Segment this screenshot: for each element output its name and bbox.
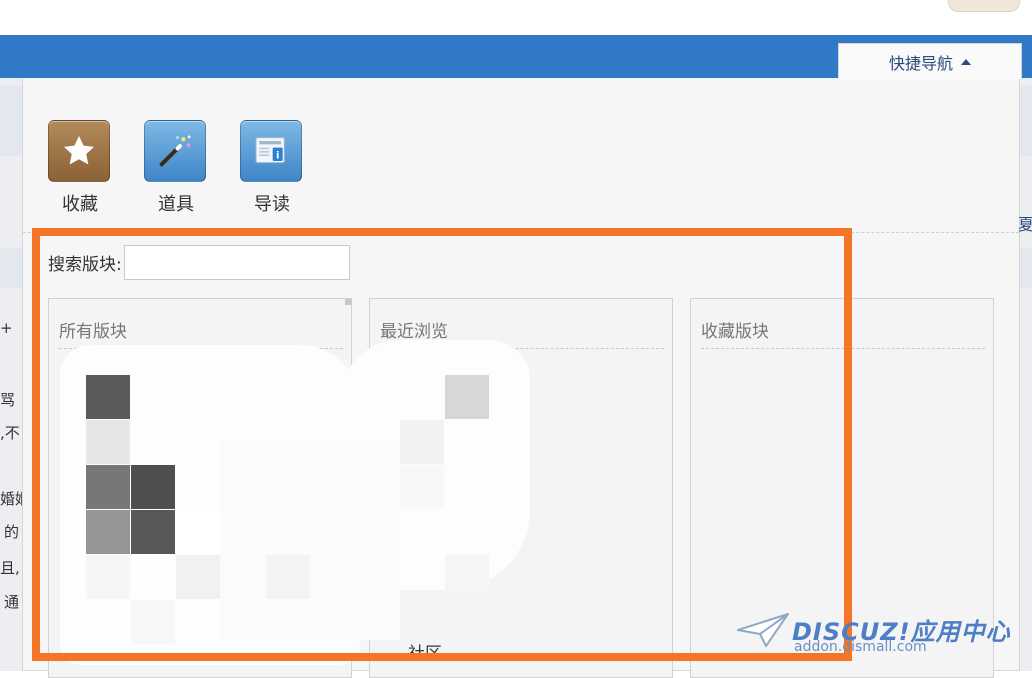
paper-plane-icon (737, 613, 789, 647)
background-text: 通 (4, 593, 20, 611)
shortcut-label: 道具 (158, 194, 194, 215)
background-text: ,不 (0, 424, 20, 442)
highlight-box (32, 228, 852, 661)
background-text: 且, (0, 559, 20, 577)
magic-wand-icon (144, 120, 206, 182)
shortcut-favorites[interactable]: 收藏 (48, 120, 112, 216)
user-avatar[interactable] (948, 0, 1020, 12)
watermark-logo: DISCUZ!应用中心 addon.dismall.com (736, 606, 1026, 666)
background-text: + (0, 319, 13, 337)
quick-nav-toggle[interactable]: 快捷导航 (838, 43, 1022, 79)
shortcut-tools[interactable]: 道具 (144, 120, 208, 216)
top-bar (0, 0, 1032, 36)
svg-text:i: i (276, 151, 279, 162)
star-icon (48, 120, 110, 182)
page-edge (1018, 78, 1032, 671)
quick-nav-label: 快捷导航 (888, 53, 953, 73)
shortcut-label: 收藏 (62, 194, 98, 215)
shortcut-guide[interactable]: i 导读 (240, 120, 304, 216)
newspaper-icon: i (240, 120, 302, 182)
background-text: 的 (4, 523, 20, 541)
watermark-url: addon.dismall.com (794, 639, 927, 655)
background-text: 骂 (0, 391, 16, 409)
shortcut-label: 导读 (254, 194, 290, 215)
caret-up-icon (961, 58, 971, 65)
